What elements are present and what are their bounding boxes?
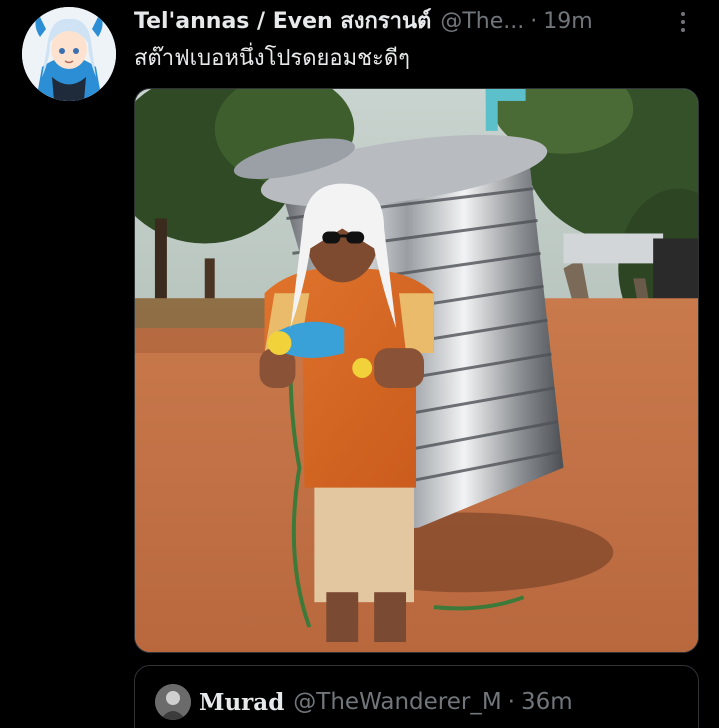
quoted-tweet[interactable]: Murad @TheWanderer_M · 36m bbox=[134, 665, 699, 728]
display-name[interactable]: Tel'annas / Even สงกรานต์ bbox=[134, 6, 431, 38]
quote-timestamp[interactable]: 36m bbox=[521, 689, 573, 715]
quote-avatar[interactable] bbox=[155, 684, 191, 720]
timestamp[interactable]: 19m bbox=[543, 6, 592, 38]
tweet[interactable]: Tel'annas / Even สงกรานต์ @The... · 19m … bbox=[0, 0, 719, 728]
quote-display-name[interactable]: Murad bbox=[199, 689, 284, 716]
tweet-header: Tel'annas / Even สงกรานต์ @The... · 19m bbox=[134, 6, 697, 38]
quote-user-handle[interactable]: @TheWanderer_M bbox=[293, 689, 501, 715]
separator-dot: · bbox=[530, 9, 538, 34]
user-handle[interactable]: @The... bbox=[440, 6, 524, 38]
quote-separator-dot: · bbox=[507, 689, 515, 715]
avatar[interactable] bbox=[22, 7, 116, 101]
tweet-media-image[interactable] bbox=[134, 88, 699, 653]
more-vertical-icon[interactable] bbox=[669, 8, 697, 36]
tweet-text: สต๊าฟเบอหนึ่งโปรดยอมชะดีๆ bbox=[134, 46, 410, 71]
quote-header: Murad @TheWanderer_M · 36m bbox=[199, 684, 573, 720]
